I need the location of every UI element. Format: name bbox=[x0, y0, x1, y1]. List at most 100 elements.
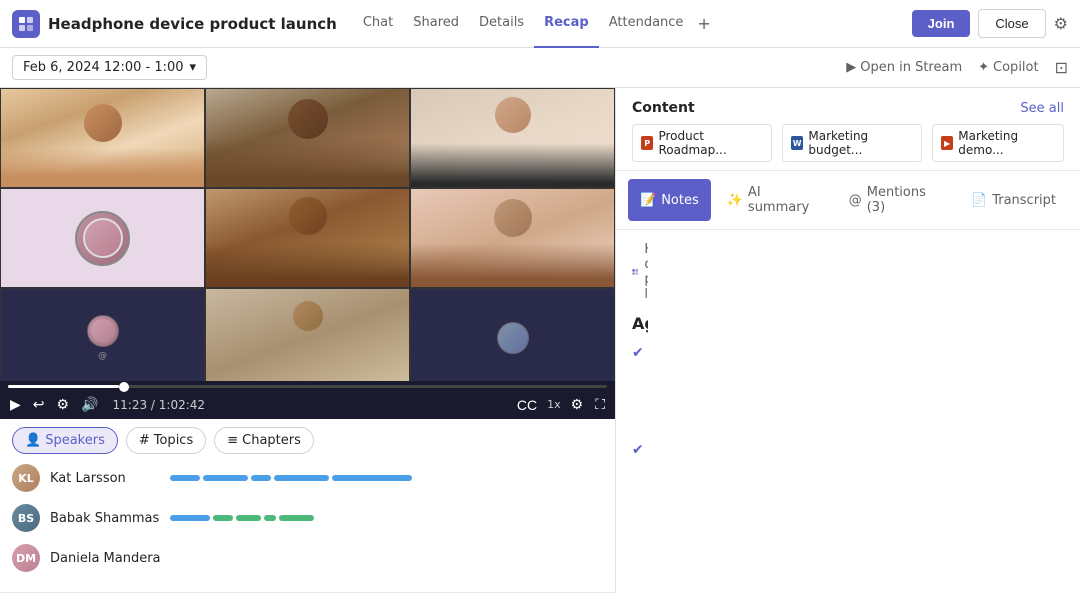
video-cell-5 bbox=[205, 188, 410, 288]
topics-icon: # bbox=[139, 433, 150, 448]
tab-speakers[interactable]: 👤 Speakers bbox=[12, 427, 118, 454]
tab-recap[interactable]: Recap bbox=[534, 0, 599, 48]
bar bbox=[274, 475, 329, 481]
fullscreen-button[interactable]: ⛶ bbox=[593, 394, 607, 415]
tab-ai-summary[interactable]: ✨ AI summary bbox=[715, 179, 833, 221]
chevron-down-icon: ▾ bbox=[190, 60, 197, 75]
content-row: Content See all bbox=[632, 100, 1064, 116]
bar bbox=[170, 515, 210, 521]
video-controls: ▶ ↩ ⚙ 🔊 11:23 / 1:02:42 CC 1x ⚙ ⛶ bbox=[0, 381, 615, 419]
bar bbox=[251, 475, 271, 481]
speaker-item-daniela: DM Daniela Mandera bbox=[12, 544, 603, 572]
bar bbox=[213, 515, 233, 521]
tab-transcript[interactable]: 📄 Transcript bbox=[959, 179, 1068, 221]
chapters-icon: ≡ bbox=[227, 433, 238, 448]
gear-button[interactable]: ⚙ bbox=[569, 394, 586, 415]
video-cell-1 bbox=[0, 88, 205, 188]
content-label: Content bbox=[632, 100, 695, 116]
check-icon-1: ✔ bbox=[632, 344, 644, 364]
speaker-avatar-daniela: DM bbox=[12, 544, 40, 572]
tab-chapters[interactable]: ≡ Chapters bbox=[214, 427, 314, 454]
notes-icon: 📝 bbox=[640, 193, 656, 208]
check-icon-2: ✔ bbox=[632, 441, 644, 461]
progress-dot bbox=[119, 382, 129, 392]
rewind-button[interactable]: ↩ bbox=[31, 394, 47, 415]
controls-right: CC 1x ⚙ ⛶ bbox=[515, 394, 607, 415]
header-actions: Join Close ⚙ bbox=[912, 9, 1068, 38]
content-header: Content See all P Product Roadmap... W M… bbox=[616, 88, 1080, 171]
ai-icon: ✨ bbox=[727, 193, 743, 208]
sub-header-right: ▶ Open in Stream ✦ Copilot ⊡ bbox=[846, 58, 1068, 77]
app-logo bbox=[12, 10, 40, 38]
right-panel: Content See all P Product Roadmap... W M… bbox=[616, 88, 1080, 593]
video-cell-4 bbox=[0, 188, 205, 288]
copilot-icon: ✦ bbox=[978, 60, 989, 75]
see-all-button[interactable]: See all bbox=[1020, 101, 1064, 116]
open-in-stream-button[interactable]: ▶ Open in Stream bbox=[846, 60, 962, 75]
nav-tabs: Chat Shared Details Recap Attendance + bbox=[353, 0, 904, 48]
stream-icon: ▶ bbox=[846, 60, 856, 75]
tab-shared[interactable]: Shared bbox=[403, 0, 469, 48]
volume-button[interactable]: 🔊 bbox=[79, 394, 100, 415]
settings-icon[interactable]: ⚙ bbox=[1054, 14, 1068, 33]
progress-bar[interactable] bbox=[8, 385, 607, 388]
speaker-name-kat: Kat Larsson bbox=[50, 471, 160, 486]
tab-details[interactable]: Details bbox=[469, 0, 534, 48]
bar bbox=[203, 475, 248, 481]
speaker-avatar-kat: KL bbox=[12, 464, 40, 492]
speaker-avatar-babak: BS bbox=[12, 504, 40, 532]
meeting-name-row: Headphone device product launch bbox=[632, 242, 648, 302]
video-icon: ▶ bbox=[941, 136, 953, 150]
mentions-icon: @ bbox=[849, 193, 862, 208]
speaker-item-kat: KL Kat Larsson bbox=[12, 464, 603, 492]
video-cell-9 bbox=[410, 288, 615, 381]
controls-row: ▶ ↩ ⚙ 🔊 11:23 / 1:02:42 CC 1x ⚙ ⛶ bbox=[8, 394, 607, 415]
tab-mentions[interactable]: @ Mentions (3) bbox=[837, 179, 955, 221]
speaker-bars-kat bbox=[170, 475, 603, 481]
tab-chat[interactable]: Chat bbox=[353, 0, 403, 48]
word-icon: W bbox=[791, 136, 803, 150]
add-tab-button[interactable]: + bbox=[693, 14, 714, 33]
progress-fill bbox=[8, 385, 119, 388]
bar bbox=[279, 515, 314, 521]
close-button[interactable]: Close bbox=[978, 9, 1045, 38]
settings-video-button[interactable]: ⚙ bbox=[55, 394, 72, 415]
meeting-title: Headphone device product launch bbox=[48, 15, 337, 33]
tab-attendance[interactable]: Attendance bbox=[599, 0, 694, 48]
captions-button[interactable]: CC bbox=[515, 395, 539, 415]
bar bbox=[264, 515, 276, 521]
notes-content: Headphone device product launch ⊞ ⎘ 👥 🔗 … bbox=[616, 230, 648, 593]
speaker-name-daniela: Daniela Mandera bbox=[50, 551, 161, 566]
play-button[interactable]: ▶ bbox=[8, 394, 23, 415]
left-panel: @ ▶ ↩ ⚙ 🔊 11:23 / 1: bbox=[0, 88, 616, 593]
tab-topics[interactable]: # Topics bbox=[126, 427, 206, 454]
app-header: Headphone device product launch Chat Sha… bbox=[0, 0, 1080, 48]
bar bbox=[236, 515, 261, 521]
speaker-section: 👤 Speakers # Topics ≡ Chapters KL Kat La… bbox=[0, 419, 615, 593]
video-cell-7: @ bbox=[0, 288, 205, 381]
date-selector[interactable]: Feb 6, 2024 12:00 - 1:00 ▾ bbox=[12, 55, 207, 80]
file-item-3[interactable]: ▶ Marketing demo... bbox=[932, 124, 1064, 162]
bar bbox=[170, 475, 200, 481]
speaker-tabs: 👤 Speakers # Topics ≡ Chapters bbox=[12, 427, 603, 454]
speed-label[interactable]: 1x bbox=[547, 398, 561, 411]
bar bbox=[332, 475, 412, 481]
video-cell-3 bbox=[410, 88, 615, 188]
more-options-icon[interactable]: ⊡ bbox=[1055, 58, 1068, 77]
main-content: @ ▶ ↩ ⚙ 🔊 11:23 / 1: bbox=[0, 88, 1080, 593]
notes-tabs: 📝 Notes ✨ AI summary @ Mentions (3) 📄 Tr… bbox=[616, 171, 1080, 230]
video-cell-8 bbox=[205, 288, 410, 381]
video-grid: @ bbox=[0, 88, 615, 381]
video-cell-2 bbox=[205, 88, 410, 188]
speaker-name-babak: Babak Shammas bbox=[50, 511, 160, 526]
speakers-icon: 👤 bbox=[25, 433, 41, 448]
join-button[interactable]: Join bbox=[912, 10, 971, 37]
file-item-2[interactable]: W Marketing budget... bbox=[782, 124, 922, 162]
speaker-bars-babak bbox=[170, 515, 603, 521]
ppt-icon: P bbox=[641, 136, 653, 150]
tab-notes[interactable]: 📝 Notes bbox=[628, 179, 711, 221]
copilot-button[interactable]: ✦ Copilot bbox=[978, 60, 1038, 75]
video-time: 11:23 / 1:02:42 bbox=[113, 398, 206, 412]
file-item-1[interactable]: P Product Roadmap... bbox=[632, 124, 772, 162]
video-cell-6 bbox=[410, 188, 615, 288]
